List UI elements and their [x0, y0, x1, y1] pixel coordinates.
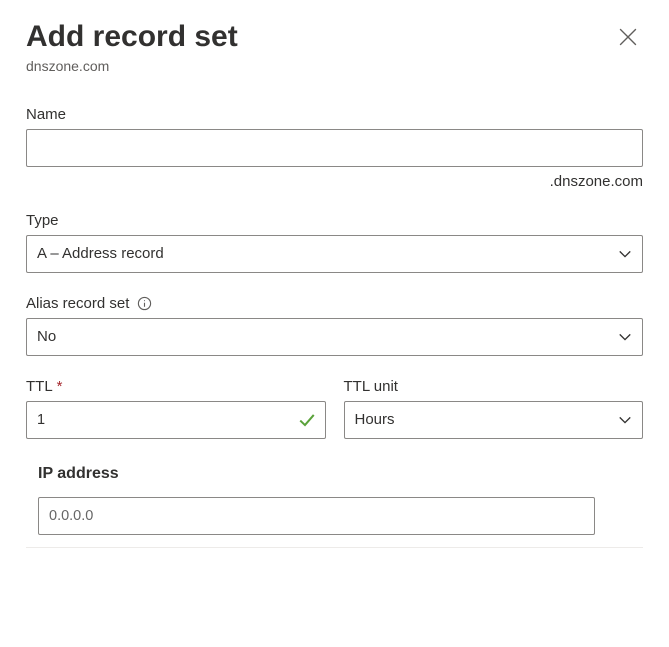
alias-label: Alias record set — [26, 295, 129, 312]
alias-select[interactable]: No — [26, 318, 643, 356]
name-label: Name — [26, 106, 66, 123]
chevron-down-icon — [618, 247, 632, 261]
type-label: Type — [26, 212, 59, 229]
divider — [26, 547, 643, 548]
ttl-input[interactable] — [26, 401, 326, 439]
close-icon — [619, 34, 637, 49]
close-button[interactable] — [613, 22, 643, 52]
ttl-unit-label: TTL unit — [344, 378, 398, 395]
alias-selected-value: No — [37, 328, 618, 345]
type-select[interactable]: A – Address record — [26, 235, 643, 273]
ttl-unit-selected-value: Hours — [355, 411, 619, 428]
required-indicator: * — [57, 378, 63, 395]
ttl-unit-select[interactable]: Hours — [344, 401, 644, 439]
ttl-label: TTL — [26, 378, 53, 395]
chevron-down-icon — [618, 330, 632, 344]
page-title: Add record set — [26, 18, 238, 56]
name-suffix: .dnszone.com — [26, 173, 643, 190]
info-icon[interactable] — [137, 296, 152, 311]
ip-address-heading: IP address — [38, 465, 595, 483]
ip-address-input[interactable] — [38, 497, 595, 535]
type-selected-value: A – Address record — [37, 245, 618, 262]
name-input[interactable] — [26, 129, 643, 167]
checkmark-icon — [298, 411, 316, 429]
chevron-down-icon — [618, 413, 632, 427]
page-subtitle: dnszone.com — [26, 58, 238, 74]
